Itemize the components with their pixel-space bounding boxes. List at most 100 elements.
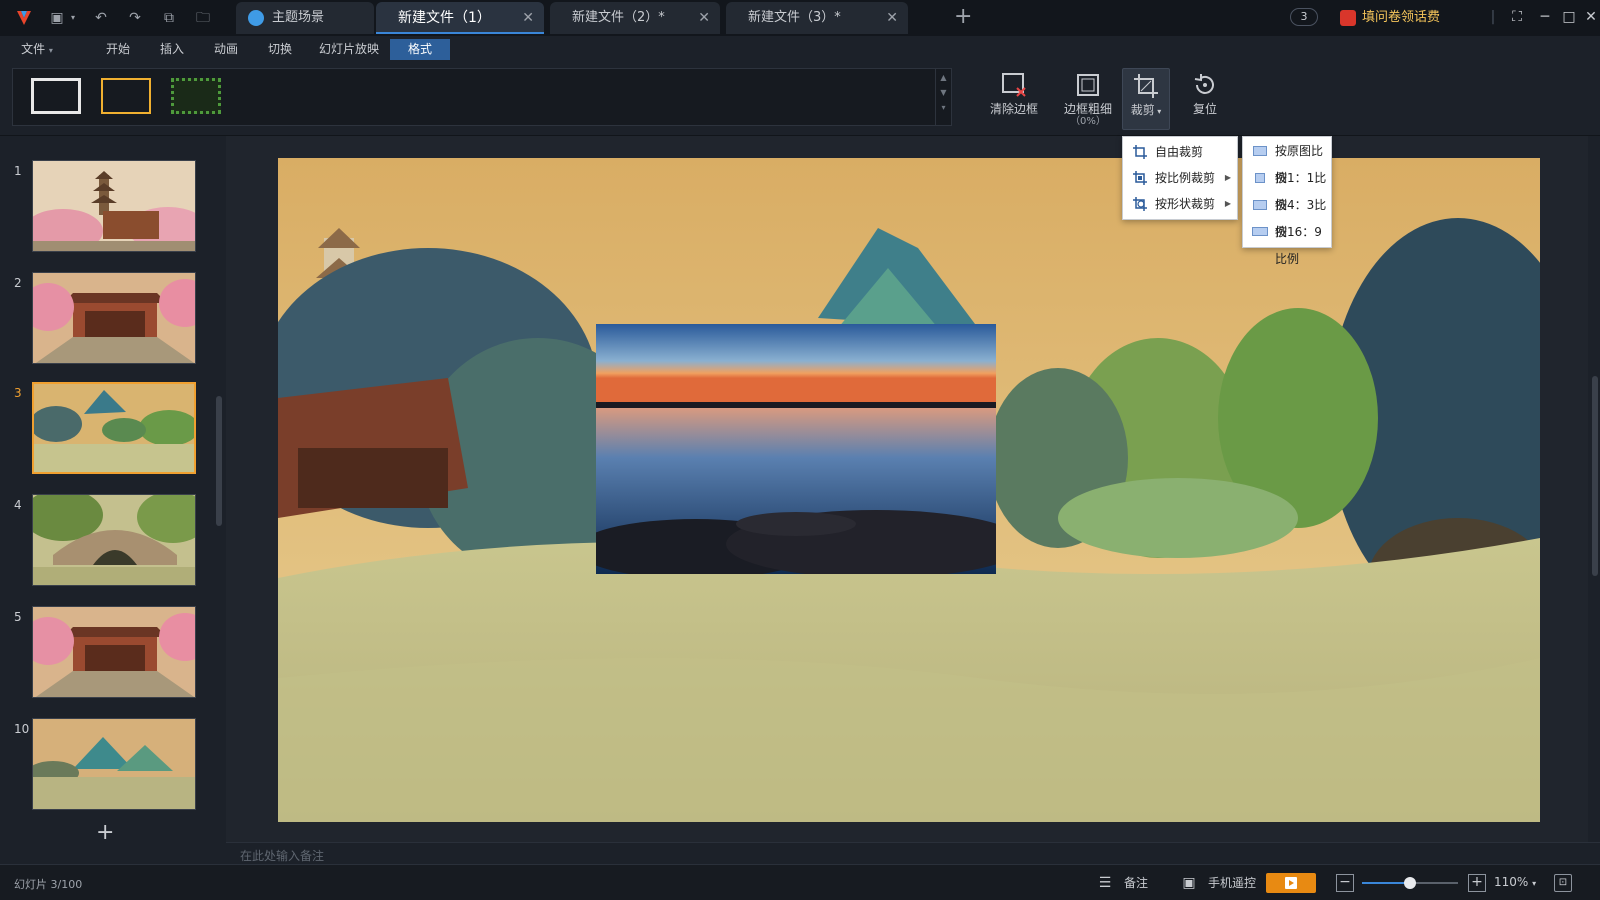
title-bar: ▣ ▾ ↶ ↷ ⧉ 🗀 主题场景 新建文件（1） ✕ 新建文件（2）* ✕ 新建…	[0, 0, 1600, 36]
zoom-slider[interactable]	[1362, 877, 1458, 889]
slide-thumbnail[interactable]: 1	[0, 160, 212, 260]
zoom-slider-knob[interactable]	[1404, 877, 1416, 889]
slide-thumbnail[interactable]: 2	[0, 272, 212, 372]
close-tab-icon[interactable]: ✕	[698, 2, 710, 34]
slide-number: 1	[14, 164, 22, 178]
border-thickness-icon	[1077, 74, 1099, 96]
maximize-icon[interactable]: □	[1560, 8, 1578, 26]
canvas-scrollbar[interactable]	[1590, 136, 1600, 842]
slide-number: 10	[14, 722, 30, 736]
menu-home[interactable]: 开始	[96, 36, 140, 62]
close-window-icon[interactable]: ✕	[1582, 8, 1600, 26]
tab-new-file-1[interactable]: 新建文件（1） ✕	[376, 2, 544, 34]
border-style-gold[interactable]	[101, 78, 151, 114]
notes-input[interactable]: 在此处输入备注	[226, 842, 1600, 864]
slide-image	[33, 607, 195, 697]
notification-badge[interactable]: 3	[1290, 8, 1318, 26]
slide-thumbnail[interactable]: 5	[0, 606, 212, 706]
menu-animation[interactable]: 动画	[204, 36, 248, 62]
new-tab-plus-icon[interactable]: +	[954, 4, 972, 29]
remove-border-icon	[1002, 73, 1026, 97]
menu-format[interactable]: 格式	[390, 39, 450, 60]
menu-insert[interactable]: 插入	[150, 36, 194, 62]
slide-image	[33, 161, 195, 251]
survey-promo-link[interactable]: 填问卷领话费	[1340, 8, 1440, 28]
tab-new-file-2[interactable]: 新建文件（2）* ✕	[550, 2, 720, 34]
slide-preview[interactable]	[32, 494, 196, 586]
gallery-up-icon[interactable]: ▲	[936, 73, 951, 82]
reset-button[interactable]: 复位	[1176, 68, 1234, 130]
fit-window-icon[interactable]: ⊡	[1554, 874, 1572, 892]
open-folder-icon[interactable]: 🗀	[194, 9, 212, 27]
inserted-lake-photo[interactable]	[596, 324, 996, 574]
gallery-scroll[interactable]: ▲ ▼ ▾	[935, 69, 951, 125]
notes-toggle-button[interactable]: ☰ 备注	[1096, 874, 1148, 892]
slide-thumbnail[interactable]: 10	[0, 718, 212, 818]
free-crop-item[interactable]: 自由裁剪	[1123, 139, 1237, 165]
remove-border-button[interactable]: 清除边框	[978, 68, 1050, 130]
slide-image	[33, 719, 195, 809]
free-crop-icon	[1133, 145, 1147, 159]
crop-icon	[1134, 74, 1158, 98]
slide-number: 2	[14, 276, 22, 290]
slide-thumbnail[interactable]: 4	[0, 494, 212, 594]
slide-counter: 幻灯片 3/100	[14, 878, 83, 891]
notes-toggle-label: 备注	[1124, 876, 1149, 890]
ratio-16-9-item[interactable]: 按16：9比例	[1243, 219, 1331, 266]
phone-remote-button[interactable]: ▣ 手机遥控	[1180, 874, 1256, 892]
undo-icon[interactable]: ↶	[92, 9, 110, 27]
slide-preview[interactable]	[32, 382, 196, 474]
redo-icon[interactable]: ↷	[126, 9, 144, 27]
thumbnail-scrollbar[interactable]	[216, 144, 222, 834]
shape-crop-item[interactable]: 按形状裁剪 ▶	[1123, 191, 1237, 217]
zoom-level[interactable]: 110% ▾	[1494, 875, 1536, 889]
play-icon	[1285, 877, 1297, 889]
menu-slideshow[interactable]: 幻灯片放映	[312, 36, 386, 62]
crop-dropdown-icon: ▾	[1154, 107, 1162, 116]
play-slideshow-button[interactable]	[1266, 873, 1316, 893]
slide-preview[interactable]	[32, 718, 196, 810]
tab-label: 新建文件（1）	[398, 10, 491, 26]
zoom-out-icon[interactable]: −	[1336, 874, 1354, 892]
current-slide[interactable]	[278, 158, 1540, 822]
border-style-vine[interactable]	[171, 78, 221, 114]
add-slide-icon[interactable]: +	[96, 820, 114, 845]
ratio-4-3-icon	[1253, 200, 1267, 210]
close-tab-icon[interactable]: ✕	[522, 2, 534, 34]
slide-thumbnail-active[interactable]: 3	[0, 382, 212, 482]
thumbnail-scroll-thumb[interactable]	[216, 396, 222, 526]
slide-number: 4	[14, 498, 22, 512]
notes-icon: ☰	[1098, 875, 1112, 891]
slide-preview[interactable]	[32, 272, 196, 364]
gallery-down-icon[interactable]: ▼	[936, 88, 951, 97]
slide-number: 3	[14, 386, 22, 400]
fullscreen-icon[interactable]: ⛶	[1508, 8, 1526, 26]
border-style-white[interactable]	[31, 78, 81, 114]
tab-new-file-3[interactable]: 新建文件（3）* ✕	[726, 2, 908, 34]
submenu-arrow-icon: ▶	[1224, 173, 1231, 182]
gift-icon	[1340, 10, 1356, 26]
close-tab-icon[interactable]: ✕	[886, 2, 898, 34]
status-bar: 幻灯片 3/100 ☰ 备注 ▣ 手机遥控 − + 110% ▾ ⊡	[0, 864, 1600, 900]
border-thickness-button[interactable]: 边框粗细 （0%）	[1052, 68, 1124, 130]
phone-remote-icon: ▣	[1182, 875, 1196, 891]
menu-file[interactable]: 文件 ▾	[14, 36, 60, 62]
crop-button[interactable]: 裁剪 ▾	[1122, 68, 1170, 130]
menu-transition[interactable]: 切换	[258, 36, 302, 62]
border-style-gallery: ▲ ▼ ▾	[12, 68, 952, 126]
ratio-4-3-item[interactable]: 按4：3比例	[1243, 192, 1331, 239]
slide-preview[interactable]	[32, 606, 196, 698]
canvas-scroll-thumb[interactable]	[1592, 376, 1598, 576]
save-dropdown-icon[interactable]: ▾	[64, 9, 82, 27]
zoom-in-icon[interactable]: +	[1468, 874, 1486, 892]
ratio-crop-item[interactable]: 按比例裁剪 ▶	[1123, 165, 1237, 191]
preview-icon[interactable]: ⧉	[160, 9, 178, 27]
minimize-icon[interactable]: ─	[1536, 8, 1554, 26]
ratio-original-item[interactable]: 按原图比例	[1243, 138, 1331, 185]
ratio-1-1-item[interactable]: 按1：1比例	[1243, 165, 1331, 212]
tab-theme-scenes[interactable]: 主题场景	[236, 2, 374, 34]
phone-remote-label: 手机遥控	[1208, 876, 1257, 890]
gallery-more-icon[interactable]: ▾	[936, 103, 951, 112]
ratio-1-1-icon	[1255, 173, 1265, 183]
slide-preview[interactable]	[32, 160, 196, 252]
